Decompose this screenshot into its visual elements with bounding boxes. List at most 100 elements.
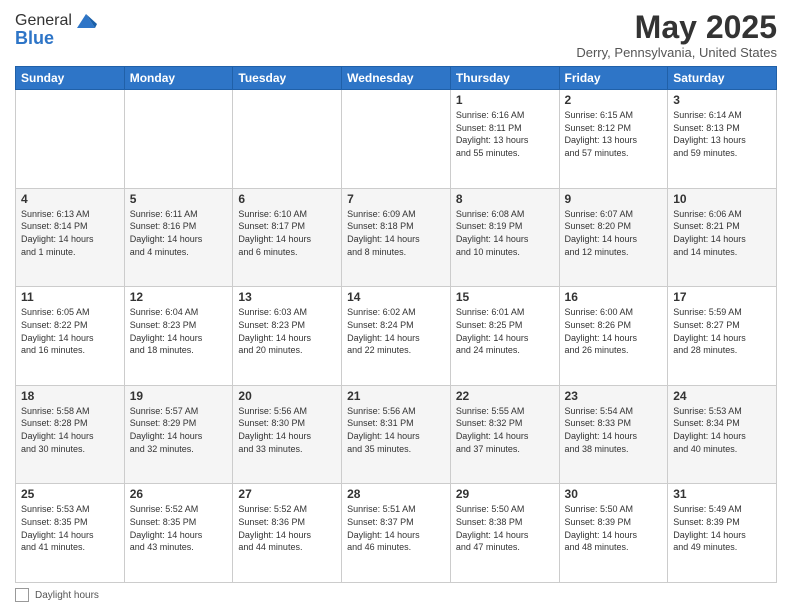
- day-number: 27: [238, 487, 336, 501]
- cell-info: Sunrise: 6:13 AM Sunset: 8:14 PM Dayligh…: [21, 208, 119, 258]
- cell-info: Sunrise: 6:11 AM Sunset: 8:16 PM Dayligh…: [130, 208, 228, 258]
- day-header-tuesday: Tuesday: [233, 67, 342, 90]
- calendar-cell: 8Sunrise: 6:08 AM Sunset: 8:19 PM Daylig…: [450, 188, 559, 287]
- day-number: 1: [456, 93, 554, 107]
- calendar-table: SundayMondayTuesdayWednesdayThursdayFrid…: [15, 66, 777, 583]
- page: General Blue May 2025 Derry, Pennsylvani…: [0, 0, 792, 612]
- week-row-5: 25 Sunrise: 5:53 AM Sunset: 8:35 PM Dayli…: [16, 484, 777, 583]
- calendar-cell: 16Sunrise: 6:00 AM Sunset: 8:26 PM Dayli…: [559, 287, 668, 386]
- day-number: 26: [130, 487, 228, 501]
- calendar-cell: 5 Sunrise: 6:11 AM Sunset: 8:16 PM Daylig…: [124, 188, 233, 287]
- calendar-cell: 30Sunrise: 5:50 AM Sunset: 8:39 PM Dayli…: [559, 484, 668, 583]
- cell-info: Sunrise: 5:57 AM Sunset: 8:29 PM Dayligh…: [130, 405, 228, 455]
- cell-info: Sunrise: 6:05 AM Sunset: 8:22 PM Dayligh…: [21, 306, 119, 356]
- day-header-wednesday: Wednesday: [342, 67, 451, 90]
- day-number: 17: [673, 290, 771, 304]
- day-number: 11: [21, 290, 119, 304]
- cell-info: Sunrise: 6:14 AM Sunset: 8:13 PM Dayligh…: [673, 109, 771, 159]
- cell-info: Sunrise: 6:16 AM Sunset: 8:11 PM Dayligh…: [456, 109, 554, 159]
- cell-info: Sunrise: 5:59 AM Sunset: 8:27 PM Dayligh…: [673, 306, 771, 356]
- calendar-cell: 20 Sunrise: 5:56 AM Sunset: 8:30 PM Dayli…: [233, 385, 342, 484]
- daylight-label: Daylight hours: [35, 590, 99, 601]
- calendar-cell: 25 Sunrise: 5:53 AM Sunset: 8:35 PM Dayli…: [16, 484, 125, 583]
- day-header-saturday: Saturday: [668, 67, 777, 90]
- cell-info: Sunrise: 5:49 AM Sunset: 8:39 PM Dayligh…: [673, 503, 771, 553]
- cell-info: Sunrise: 5:56 AM Sunset: 8:30 PM Dayligh…: [238, 405, 336, 455]
- month-title: May 2025: [576, 10, 777, 45]
- cell-info: Sunrise: 6:02 AM Sunset: 8:24 PM Dayligh…: [347, 306, 445, 356]
- cell-info: Sunrise: 6:04 AM Sunset: 8:23 PM Dayligh…: [130, 306, 228, 356]
- calendar-cell: [124, 90, 233, 189]
- day-number: 19: [130, 389, 228, 403]
- day-header-monday: Monday: [124, 67, 233, 90]
- cell-info: Sunrise: 5:52 AM Sunset: 8:35 PM Dayligh…: [130, 503, 228, 553]
- location: Derry, Pennsylvania, United States: [576, 45, 777, 60]
- header: General Blue May 2025 Derry, Pennsylvani…: [15, 10, 777, 60]
- cell-info: Sunrise: 6:07 AM Sunset: 8:20 PM Dayligh…: [565, 208, 663, 258]
- week-row-1: 1 Sunrise: 6:16 AM Sunset: 8:11 PM Daylig…: [16, 90, 777, 189]
- logo: General Blue: [15, 10, 97, 49]
- day-number: 20: [238, 389, 336, 403]
- calendar-cell: 2Sunrise: 6:15 AM Sunset: 8:12 PM Daylig…: [559, 90, 668, 189]
- day-number: 28: [347, 487, 445, 501]
- calendar-cell: 9 Sunrise: 6:07 AM Sunset: 8:20 PM Daylig…: [559, 188, 668, 287]
- footer: Daylight hours: [15, 588, 777, 602]
- calendar-cell: 14 Sunrise: 6:02 AM Sunset: 8:24 PM Dayli…: [342, 287, 451, 386]
- day-number: 10: [673, 192, 771, 206]
- day-number: 31: [673, 487, 771, 501]
- day-number: 18: [21, 389, 119, 403]
- day-number: 13: [238, 290, 336, 304]
- cell-info: Sunrise: 5:53 AM Sunset: 8:35 PM Dayligh…: [21, 503, 119, 553]
- cell-info: Sunrise: 5:50 AM Sunset: 8:38 PM Dayligh…: [456, 503, 554, 553]
- day-number: 14: [347, 290, 445, 304]
- day-number: 5: [130, 192, 228, 206]
- calendar-cell: 28 Sunrise: 5:51 AM Sunset: 8:37 PM Dayli…: [342, 484, 451, 583]
- cell-info: Sunrise: 6:01 AM Sunset: 8:25 PM Dayligh…: [456, 306, 554, 356]
- calendar-header: SundayMondayTuesdayWednesdayThursdayFrid…: [16, 67, 777, 90]
- calendar-cell: 23Sunrise: 5:54 AM Sunset: 8:33 PM Dayli…: [559, 385, 668, 484]
- calendar-cell: [16, 90, 125, 189]
- day-number: 9: [565, 192, 663, 206]
- cell-info: Sunrise: 6:10 AM Sunset: 8:17 PM Dayligh…: [238, 208, 336, 258]
- calendar-cell: [342, 90, 451, 189]
- cell-info: Sunrise: 6:03 AM Sunset: 8:23 PM Dayligh…: [238, 306, 336, 356]
- day-number: 23: [565, 389, 663, 403]
- cell-info: Sunrise: 5:58 AM Sunset: 8:28 PM Dayligh…: [21, 405, 119, 455]
- calendar-cell: 6Sunrise: 6:10 AM Sunset: 8:17 PM Daylig…: [233, 188, 342, 287]
- cell-info: Sunrise: 5:53 AM Sunset: 8:34 PM Dayligh…: [673, 405, 771, 455]
- calendar-cell: 3 Sunrise: 6:14 AM Sunset: 8:13 PM Daylig…: [668, 90, 777, 189]
- cell-info: Sunrise: 6:00 AM Sunset: 8:26 PM Dayligh…: [565, 306, 663, 356]
- day-number: 8: [456, 192, 554, 206]
- calendar-cell: 17 Sunrise: 5:59 AM Sunset: 8:27 PM Dayli…: [668, 287, 777, 386]
- day-number: 29: [456, 487, 554, 501]
- calendar-cell: 4 Sunrise: 6:13 AM Sunset: 8:14 PM Daylig…: [16, 188, 125, 287]
- day-number: 22: [456, 389, 554, 403]
- calendar-cell: [233, 90, 342, 189]
- cell-info: Sunrise: 6:06 AM Sunset: 8:21 PM Dayligh…: [673, 208, 771, 258]
- calendar-cell: 1 Sunrise: 6:16 AM Sunset: 8:11 PM Daylig…: [450, 90, 559, 189]
- cell-info: Sunrise: 6:09 AM Sunset: 8:18 PM Dayligh…: [347, 208, 445, 258]
- day-number: 25: [21, 487, 119, 501]
- week-row-2: 4 Sunrise: 6:13 AM Sunset: 8:14 PM Daylig…: [16, 188, 777, 287]
- cell-info: Sunrise: 5:52 AM Sunset: 8:36 PM Dayligh…: [238, 503, 336, 553]
- day-header-friday: Friday: [559, 67, 668, 90]
- cell-info: Sunrise: 5:56 AM Sunset: 8:31 PM Dayligh…: [347, 405, 445, 455]
- day-number: 3: [673, 93, 771, 107]
- day-header-row: SundayMondayTuesdayWednesdayThursdayFrid…: [16, 67, 777, 90]
- calendar-cell: 11 Sunrise: 6:05 AM Sunset: 8:22 PM Dayli…: [16, 287, 125, 386]
- calendar-cell: 13 Sunrise: 6:03 AM Sunset: 8:23 PM Dayli…: [233, 287, 342, 386]
- week-row-4: 18 Sunrise: 5:58 AM Sunset: 8:28 PM Dayli…: [16, 385, 777, 484]
- day-number: 2: [565, 93, 663, 107]
- calendar-body: 1 Sunrise: 6:16 AM Sunset: 8:11 PM Daylig…: [16, 90, 777, 583]
- day-number: 21: [347, 389, 445, 403]
- cell-info: Sunrise: 5:51 AM Sunset: 8:37 PM Dayligh…: [347, 503, 445, 553]
- day-number: 24: [673, 389, 771, 403]
- title-block: May 2025 Derry, Pennsylvania, United Sta…: [576, 10, 777, 60]
- day-number: 4: [21, 192, 119, 206]
- day-number: 30: [565, 487, 663, 501]
- day-number: 7: [347, 192, 445, 206]
- calendar-cell: 29 Sunrise: 5:50 AM Sunset: 8:38 PM Dayli…: [450, 484, 559, 583]
- day-header-sunday: Sunday: [16, 67, 125, 90]
- calendar-cell: 18 Sunrise: 5:58 AM Sunset: 8:28 PM Dayli…: [16, 385, 125, 484]
- calendar-cell: 22Sunrise: 5:55 AM Sunset: 8:32 PM Dayli…: [450, 385, 559, 484]
